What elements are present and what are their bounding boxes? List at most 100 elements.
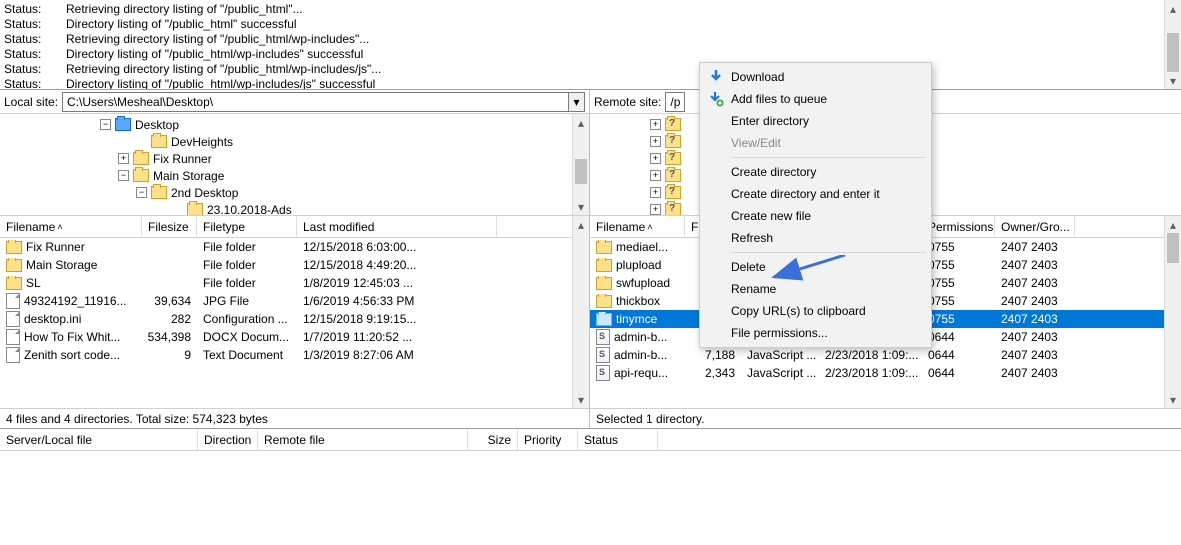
file-type: File folder — [197, 258, 297, 272]
col-filename[interactable]: Filename˄ — [590, 216, 685, 237]
tree-item[interactable]: −Main Storage — [0, 167, 572, 184]
menu-label: Refresh — [731, 231, 773, 245]
scroll-down-icon[interactable]: ▾ — [1165, 72, 1181, 89]
qcol-remote[interactable]: Remote file — [258, 429, 468, 450]
folder-unknown-icon — [665, 186, 681, 199]
tree-item[interactable]: −2nd Desktop — [0, 184, 572, 201]
file-name: swfupload — [616, 276, 670, 290]
expand-icon[interactable]: + — [650, 119, 661, 130]
menu-label: Download — [731, 70, 784, 84]
scroll-down-icon[interactable]: ▾ — [1165, 391, 1181, 408]
expand-icon[interactable]: + — [650, 170, 661, 181]
file-owner: 2407 2403 — [995, 348, 1075, 362]
scroll-down-icon[interactable]: ▾ — [573, 391, 589, 408]
log-status-label: Status: — [4, 62, 42, 77]
file-modified: 2/23/2018 1:09:... — [819, 366, 922, 380]
local-path-dropdown[interactable]: ▾ — [569, 92, 585, 112]
local-list-scrollbar[interactable]: ▴ ▾ — [572, 216, 589, 408]
file-name: tinymce — [616, 312, 657, 326]
file-owner: 2407 2403 — [995, 294, 1075, 308]
col-permissions[interactable]: Permissions — [922, 216, 995, 237]
log-status-label: Status: — [4, 2, 42, 17]
qcol-direction[interactable]: Direction — [198, 429, 258, 450]
tree-item[interactable]: 23.10.2018-Ads — [0, 201, 572, 215]
list-item[interactable]: How To Fix Whit...534,398DOCX Docum...1/… — [0, 328, 572, 346]
col-filesize[interactable]: Filesize — [142, 216, 197, 237]
collapse-icon[interactable]: − — [118, 170, 129, 181]
menu-label: Create directory — [731, 165, 816, 179]
file-permissions: 0755 — [922, 276, 995, 290]
menu-create-new-file[interactable]: Create new file — [703, 205, 928, 227]
col-filename[interactable]: Filename˄ — [0, 216, 142, 237]
log-status-label: Status: — [4, 47, 42, 62]
remote-status: Selected 1 directory. — [590, 408, 1181, 428]
scroll-up-icon[interactable]: ▴ — [573, 114, 589, 131]
menu-label: Rename — [731, 282, 776, 296]
tree-item[interactable]: − Desktop — [0, 116, 572, 133]
file-name: plupload — [616, 258, 661, 272]
qcol-size[interactable]: Size — [468, 429, 518, 450]
col-filetype[interactable]: Filetype — [197, 216, 297, 237]
log-scrollbar[interactable]: ▴ ▾ — [1164, 0, 1181, 89]
collapse-icon[interactable]: − — [136, 187, 147, 198]
menu-enter-directory[interactable]: Enter directory — [703, 110, 928, 132]
scroll-down-icon[interactable]: ▾ — [573, 198, 589, 215]
log-status-label: Status: — [4, 32, 42, 47]
folder-icon — [596, 295, 612, 308]
list-item[interactable]: SLFile folder1/8/2019 12:45:03 ... — [0, 274, 572, 292]
menu-delete[interactable]: Delete — [703, 256, 928, 278]
menu-create-directory[interactable]: Create directory — [703, 161, 928, 183]
remote-list-scrollbar[interactable]: ▴ ▾ — [1164, 216, 1181, 408]
list-item[interactable]: Fix RunnerFile folder12/15/2018 6:03:00.… — [0, 238, 572, 256]
scroll-up-icon[interactable]: ▴ — [573, 216, 589, 233]
list-item[interactable]: desktop.ini282Configuration ...12/15/201… — [0, 310, 572, 328]
file-name: 49324192_11916... — [24, 294, 127, 308]
menu-download[interactable]: Download — [703, 66, 928, 88]
list-item[interactable]: admin-b...7,188JavaScript ...2/23/2018 1… — [590, 346, 1164, 364]
folder-unknown-icon — [665, 203, 681, 215]
file-type: JavaScript ... — [741, 366, 819, 380]
menu-file-permissions[interactable]: File permissions... — [703, 322, 928, 344]
col-owner[interactable]: Owner/Gro... — [995, 216, 1075, 237]
list-item[interactable]: api-requ...2,343JavaScript ...2/23/2018 … — [590, 364, 1164, 382]
scroll-thumb[interactable] — [1167, 233, 1179, 263]
menu-refresh[interactable]: Refresh — [703, 227, 928, 249]
folder-icon — [133, 169, 149, 182]
file-modified: 12/15/2018 4:49:20... — [297, 258, 497, 272]
expand-icon[interactable]: + — [650, 187, 661, 198]
list-item[interactable]: Main StorageFile folder12/15/2018 4:49:2… — [0, 256, 572, 274]
file-size: 7,188 — [685, 348, 741, 362]
local-tree-scrollbar[interactable]: ▴ ▾ — [572, 114, 589, 215]
list-item[interactable]: Zenith sort code...9Text Document1/3/201… — [0, 346, 572, 364]
expand-icon[interactable]: + — [650, 136, 661, 147]
remote-path-input[interactable] — [665, 92, 685, 112]
collapse-icon[interactable]: − — [100, 119, 111, 130]
qcol-priority[interactable]: Priority — [518, 429, 578, 450]
menu-copy-url-s-to-clipboard[interactable]: Copy URL(s) to clipboard — [703, 300, 928, 322]
menu-label: File permissions... — [731, 326, 828, 340]
qcol-status[interactable]: Status — [578, 429, 658, 450]
list-item[interactable]: 49324192_11916...39,634JPG File1/6/2019 … — [0, 292, 572, 310]
tree-item[interactable]: +Fix Runner — [0, 150, 572, 167]
menu-add-files-to-queue[interactable]: Add files to queue — [703, 88, 928, 110]
expand-icon[interactable]: + — [650, 204, 661, 215]
folder-icon — [6, 277, 22, 290]
qcol-server-local[interactable]: Server/Local file — [0, 429, 198, 450]
menu-create-directory-and-enter-it[interactable]: Create directory and enter it — [703, 183, 928, 205]
scroll-thumb[interactable] — [575, 159, 587, 184]
scroll-thumb[interactable] — [1167, 33, 1179, 73]
file-modified: 12/15/2018 9:19:15... — [297, 312, 497, 326]
scroll-up-icon[interactable]: ▴ — [1165, 0, 1181, 17]
folder-icon — [596, 277, 612, 290]
menu-rename[interactable]: Rename — [703, 278, 928, 300]
js-file-icon — [596, 365, 610, 381]
col-lastmod[interactable]: Last modified — [297, 216, 497, 237]
tree-item[interactable]: DevHeights — [0, 133, 572, 150]
expand-icon[interactable]: + — [650, 153, 661, 164]
file-type: JPG File — [197, 294, 297, 308]
tree-label: Desktop — [135, 118, 179, 132]
local-path-input[interactable] — [62, 92, 569, 112]
scroll-up-icon[interactable]: ▴ — [1165, 216, 1181, 233]
expand-icon[interactable]: + — [118, 153, 129, 164]
menu-label: Create directory and enter it — [731, 187, 880, 201]
